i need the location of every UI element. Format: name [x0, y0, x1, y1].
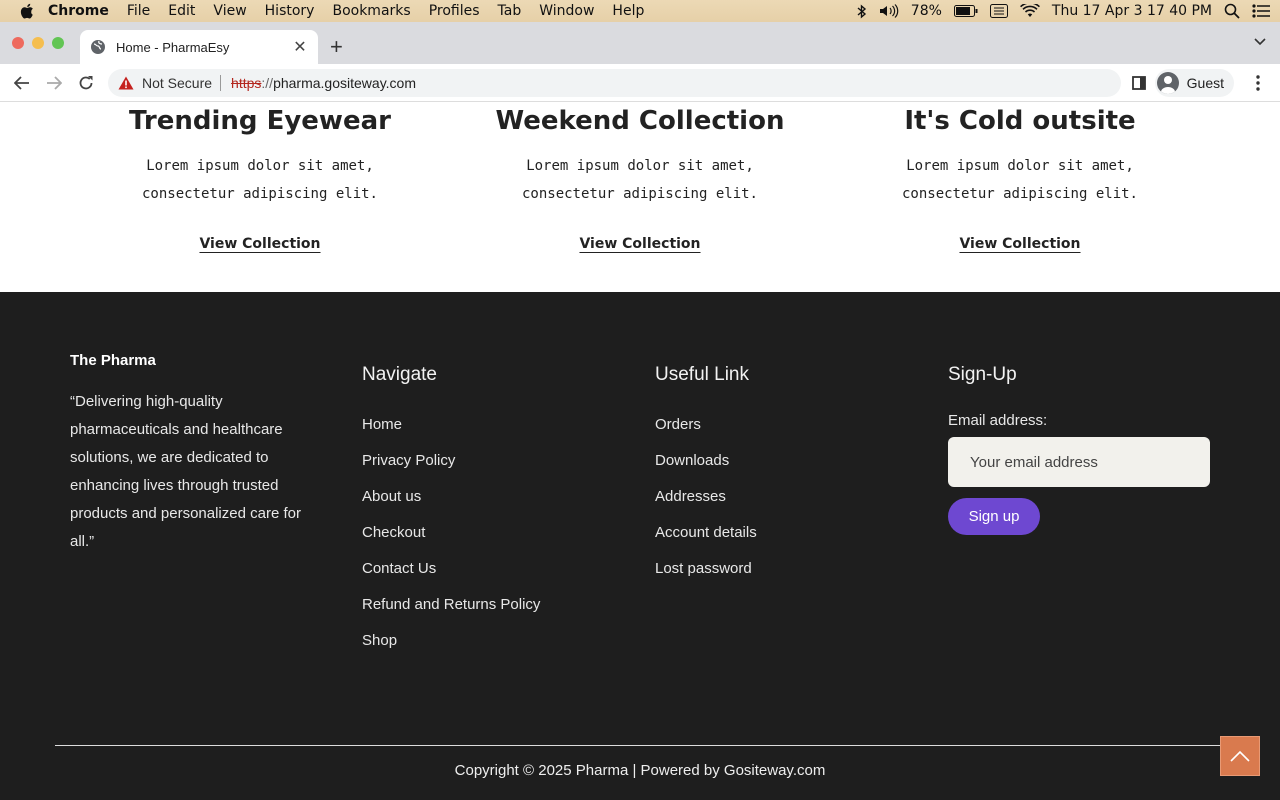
reload-icon[interactable] [70, 67, 102, 99]
globe-icon [91, 40, 105, 54]
footer-link-home[interactable]: Home [362, 416, 540, 452]
footer-link-privacy-policy[interactable]: Privacy Policy [362, 452, 540, 488]
address-separator [220, 75, 222, 91]
menu-profiles[interactable]: Profiles [429, 0, 480, 22]
collection-card: Trending Eyewear Lorem ipsum dolor sit a… [110, 102, 410, 253]
spotlight-search-icon[interactable] [1224, 3, 1240, 19]
useful-link-heading: Useful Link [655, 364, 749, 385]
footer-divider [55, 745, 1225, 746]
forward-icon[interactable] [38, 67, 70, 99]
page-viewport: Trending Eyewear Lorem ipsum dolor sit a… [0, 102, 1280, 800]
collection-card: It's Cold outsite Lorem ipsum dolor sit … [870, 102, 1170, 253]
site-footer: The Pharma “Delivering high-quality phar… [0, 292, 1280, 800]
close-window-button[interactable] [12, 37, 24, 49]
browser-tab-active[interactable]: Home - PharmaEsy ✕ [80, 30, 318, 64]
footer-brand: The Pharma [70, 352, 156, 369]
menu-history[interactable]: History [265, 0, 315, 22]
menu-window[interactable]: Window [539, 0, 594, 22]
tab-title: Home - PharmaEsy [116, 39, 230, 55]
menubar-clock[interactable]: Thu 17 Apr 3 17 40 PM [1052, 3, 1212, 19]
signup-heading: Sign-Up [948, 364, 1017, 385]
control-center-icon[interactable] [1252, 4, 1270, 18]
view-collection-link[interactable]: View Collection [199, 236, 320, 252]
view-collection-link[interactable]: View Collection [579, 236, 700, 252]
warning-icon[interactable] [118, 76, 134, 90]
toolbar-right: Guest [1123, 64, 1280, 102]
footer-link-lost-password[interactable]: Lost password [655, 560, 757, 596]
volume-icon[interactable] [879, 4, 899, 18]
collection-title: It's Cold outsite [904, 106, 1136, 136]
footer-link-account-details[interactable]: Account details [655, 524, 757, 560]
browser-tab-strip: Home - PharmaEsy ✕ + [0, 22, 1280, 64]
address-bar[interactable]: Not Secure https :// pharma.gositeway.co… [108, 69, 1121, 97]
copyright-text: Copyright © 2025 Pharma | Powered by Gos… [454, 762, 826, 779]
browser-toolbar: Not Secure https :// pharma.gositeway.co… [0, 64, 1280, 102]
useful-links: Orders Downloads Addresses Account detai… [655, 416, 757, 596]
avatar [1156, 72, 1179, 94]
side-panel-icon[interactable] [1123, 67, 1155, 99]
collection-description: Lorem ipsum dolor sit amet, consectetur … [521, 158, 758, 202]
chevron-up-icon [1230, 750, 1250, 762]
footer-link-downloads[interactable]: Downloads [655, 452, 757, 488]
view-collection-link[interactable]: View Collection [959, 236, 1080, 252]
close-tab-icon[interactable]: ✕ [292, 37, 308, 57]
battery-icon[interactable] [953, 5, 978, 17]
menu-app-name[interactable]: Chrome [48, 0, 109, 22]
collection-title: Trending Eyewear [129, 106, 391, 136]
footer-link-shop[interactable]: Shop [362, 632, 540, 668]
collection-description: Lorem ipsum dolor sit amet, consectetur … [141, 158, 378, 202]
collection-description: Lorem ipsum dolor sit amet, consectetur … [901, 158, 1138, 202]
footer-link-orders[interactable]: Orders [655, 416, 757, 452]
apple-icon[interactable] [20, 3, 34, 19]
footer-link-contact-us[interactable]: Contact Us [362, 560, 540, 596]
footer-link-addresses[interactable]: Addresses [655, 488, 757, 524]
menu-tab[interactable]: Tab [498, 0, 522, 22]
navigate-links: Home Privacy Policy About us Checkout Co… [362, 416, 540, 668]
menu-file[interactable]: File [127, 0, 150, 22]
profile-button[interactable]: Guest [1154, 69, 1234, 97]
menu-bookmarks[interactable]: Bookmarks [332, 0, 410, 22]
back-icon[interactable] [6, 67, 38, 99]
more-menu-icon[interactable] [1242, 67, 1274, 99]
security-status-label[interactable]: Not Secure [142, 75, 212, 91]
email-label: Email address: [948, 412, 1048, 429]
email-field[interactable] [948, 437, 1210, 487]
bluetooth-icon[interactable] [857, 3, 867, 19]
minimize-window-button[interactable] [32, 37, 44, 49]
window-controls [12, 37, 64, 49]
keyboard-input-icon[interactable] [989, 4, 1008, 18]
collection-card: Weekend Collection Lorem ipsum dolor sit… [490, 102, 790, 253]
signup-button[interactable]: Sign up [948, 498, 1040, 535]
footer-link-checkout[interactable]: Checkout [362, 524, 540, 560]
menu-view[interactable]: View [213, 0, 246, 22]
navigate-heading: Navigate [362, 364, 437, 385]
wifi-icon[interactable] [1019, 4, 1040, 18]
collection-title: Weekend Collection [495, 106, 785, 136]
menu-edit[interactable]: Edit [168, 0, 195, 22]
new-tab-icon[interactable]: + [330, 36, 343, 58]
profile-label: Guest [1186, 75, 1224, 91]
macos-menu-bar: Chrome File Edit View History Bookmarks … [0, 0, 1280, 22]
scroll-to-top-button[interactable] [1220, 736, 1260, 776]
chevron-down-icon[interactable] [1254, 38, 1266, 46]
url-scheme-separator: :// [261, 75, 274, 91]
footer-link-refund-policy[interactable]: Refund and Returns Policy [362, 596, 540, 632]
url-host: pharma.gositeway.com [273, 75, 416, 91]
footer-link-about-us[interactable]: About us [362, 488, 540, 524]
collections-section: Trending Eyewear Lorem ipsum dolor sit a… [0, 102, 1280, 292]
url-scheme: https [231, 75, 262, 91]
footer-tagline: “Delivering high-quality pharmaceuticals… [70, 393, 301, 550]
zoom-window-button[interactable] [52, 37, 64, 49]
menubar-status-area: 78% Thu 17 Apr 3 17 40 PM [857, 0, 1270, 22]
menu-help[interactable]: Help [612, 0, 644, 22]
battery-percent: 78% [910, 3, 942, 19]
